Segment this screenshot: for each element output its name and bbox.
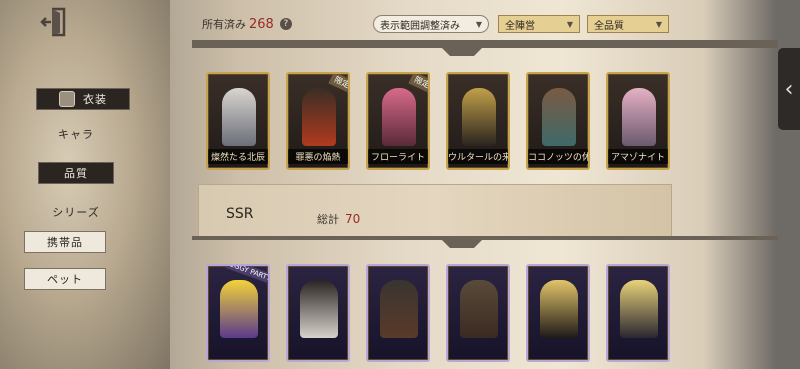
costume-name: アマゾナイト xyxy=(608,149,668,164)
character-portrait xyxy=(382,88,416,146)
costume-card[interactable]: 燦然たる北辰 xyxy=(206,72,270,170)
quality-filter-dropdown[interactable]: 全品質 ▼ xyxy=(587,15,669,33)
character-portrait xyxy=(380,280,418,338)
chevron-down-icon: ▼ xyxy=(655,19,662,29)
sidebar-item-label: キャラ xyxy=(58,128,94,141)
character-portrait xyxy=(300,280,338,338)
character-portrait xyxy=(620,280,658,338)
costume-card[interactable] xyxy=(526,264,590,362)
faction-filter-dropdown[interactable]: 全陣営 ▼ xyxy=(498,15,580,33)
costume-name: ウルタールの来客 xyxy=(448,149,508,164)
costume-name: フローライト xyxy=(368,149,428,164)
character-portrait xyxy=(542,88,576,146)
character-portrait xyxy=(302,88,336,146)
total-label: 総計 xyxy=(317,213,339,226)
dropdown-label: 全品質 xyxy=(594,20,624,32)
dropdown-label: 表示範囲調整済み xyxy=(380,20,460,32)
sidebar: 衣装 キャラ 品質 シリーズ 携帯品 ペット xyxy=(0,0,170,369)
dropdown-label: 全陣営 xyxy=(505,20,535,32)
costume-card[interactable]: EGGY PARTY xyxy=(206,264,270,362)
section-divider xyxy=(192,236,778,248)
costume-shield-icon xyxy=(59,91,75,107)
character-portrait xyxy=(222,88,256,146)
rarity-section-header xyxy=(198,184,672,238)
owned-count: 所有済み 268 ? xyxy=(202,16,292,32)
owned-value: 268 xyxy=(249,16,274,32)
character-portrait xyxy=(622,88,656,146)
main-panel: 所有済み 268 ? 表示範囲調整済み ▼ 全陣営 ▼ 全品質 ▼ 燦然たる北辰… xyxy=(172,0,778,369)
chevron-down-icon: ▼ xyxy=(475,19,482,29)
costume-card[interactable] xyxy=(606,264,670,362)
section-divider xyxy=(192,40,778,56)
costume-grid-row: EGGY PARTY xyxy=(206,264,670,362)
sidebar-item-quality[interactable]: 品質 xyxy=(38,162,114,184)
sidebar-item-series[interactable]: シリーズ xyxy=(36,202,116,222)
costume-card[interactable] xyxy=(446,264,510,362)
costume-name: 罪悪の焔熱 xyxy=(288,149,348,164)
owned-label: 所有済み xyxy=(202,18,246,31)
sidebar-item-label: ペット xyxy=(47,273,83,286)
costume-card[interactable] xyxy=(366,264,430,362)
character-portrait xyxy=(462,88,496,146)
rarity-title: SSR xyxy=(226,206,254,222)
sidebar-item-accessory[interactable]: 携帯品 xyxy=(24,231,106,253)
sidebar-item-label: シリーズ xyxy=(52,206,100,219)
sidebar-item-label: 品質 xyxy=(64,167,88,180)
sidebar-item-label: 携帯品 xyxy=(47,236,83,249)
costume-card[interactable]: 限定 フローライト xyxy=(366,72,430,170)
help-icon[interactable]: ? xyxy=(279,18,292,30)
range-filter-dropdown[interactable]: 表示範囲調整済み ▼ xyxy=(373,15,489,33)
character-portrait xyxy=(460,280,498,338)
limited-badge: 限定 xyxy=(328,74,348,94)
sidebar-item-costume[interactable]: 衣装 xyxy=(36,88,130,110)
limited-badge: 限定 xyxy=(408,74,428,94)
chevron-down-icon: ▼ xyxy=(566,19,573,29)
sidebar-item-character[interactable]: キャラ xyxy=(36,124,116,144)
total-value: 70 xyxy=(345,212,361,226)
chevron-left-icon[interactable]: ‹ xyxy=(778,48,800,130)
costume-card[interactable]: ウルタールの来客 xyxy=(446,72,510,170)
costume-card[interactable]: 限定 罪悪の焔熱 xyxy=(286,72,350,170)
costume-name: ココノッツの休日 xyxy=(528,149,588,164)
sidebar-item-label: 衣装 xyxy=(83,93,107,106)
costume-card[interactable]: ココノッツの休日 xyxy=(526,72,590,170)
rarity-total: 総計 70 xyxy=(317,211,360,227)
costume-name: 燦然たる北辰 xyxy=(208,149,268,164)
costume-card[interactable] xyxy=(286,264,350,362)
character-portrait xyxy=(220,280,258,338)
exit-door-icon[interactable] xyxy=(38,6,74,38)
sidebar-item-pet[interactable]: ペット xyxy=(24,268,106,290)
costume-grid-row: 燦然たる北辰 限定 罪悪の焔熱 限定 フローライト ウルタールの来客 ココノッツ… xyxy=(206,72,670,170)
character-portrait xyxy=(540,280,578,338)
costume-card[interactable]: アマゾナイト xyxy=(606,72,670,170)
